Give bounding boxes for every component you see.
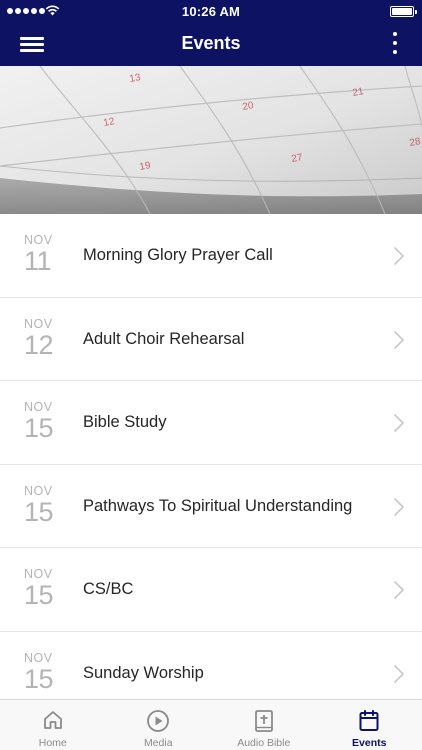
event-day: 15 [24,580,54,611]
event-date: NOV 11 [24,234,64,277]
tab-label: Audio Bible [237,737,291,749]
event-row[interactable]: NOV 15 Bible Study [0,381,422,465]
event-title: Sunday Worship [83,663,204,682]
calendar-hero-image: 20 21 12 13 19 27 28 [0,66,422,214]
tab-audio-bible[interactable]: Audio Bible [211,700,317,750]
tab-bar: Home Media Audio Bible Events [0,699,422,750]
tab-label: Events [352,737,387,749]
event-title: Morning Glory Prayer Call [83,246,273,264]
bible-icon [254,710,273,732]
event-list: NOV 11 Morning Glory Prayer Call NOV 12 … [0,214,422,699]
tab-label: Media [143,737,173,749]
event-day: 11 [24,246,52,276]
event-title: Adult Choir Rehearsal [83,329,245,348]
event-row[interactable]: NOV 15 Sunday Worship [0,631,422,699]
chevron-right-icon [394,330,404,349]
event-row[interactable]: NOV 15 Pathways To Spiritual Understandi… [0,464,422,549]
home-icon [43,711,62,729]
status-bar: 10:26 AM [0,0,422,22]
event-date: NOV 15 [24,651,64,694]
event-title: Pathways To Spiritual Understanding [83,496,353,515]
tab-home[interactable]: Home [0,700,106,750]
event-title: CS/BC [83,580,134,599]
event-row[interactable]: NOV 11 Morning Glory Prayer Call [0,214,422,298]
event-row[interactable]: NOV 12 Adult Choir Rehearsal [0,297,422,382]
more-options-icon[interactable] [390,32,400,56]
page-title: Events [181,33,241,53]
tab-media[interactable]: Media [106,700,212,750]
chevron-right-icon [394,665,404,683]
event-date: NOV 15 [24,484,64,527]
event-day: 15 [24,496,54,527]
chevron-right-icon [394,247,404,265]
status-time: 10:26 AM [181,4,241,19]
event-day: 12 [24,329,54,360]
event-day: 15 [24,663,54,694]
chevron-right-icon [394,497,404,516]
battery-icon [390,6,417,17]
calendar-icon [359,710,379,731]
event-day: 15 [24,413,54,444]
event-title: Bible Study [83,413,167,432]
nav-bar: Events [0,22,422,66]
chevron-right-icon [394,414,404,432]
tab-events[interactable]: Events [317,700,422,750]
chevron-right-icon [394,581,404,600]
event-date: NOV 15 [24,401,64,444]
event-row[interactable]: NOV 15 CS/BC [0,548,422,632]
event-date: NOV 15 [24,568,64,611]
play-circle-icon [147,710,170,732]
tab-label: Home [38,737,67,749]
event-date: NOV 12 [24,317,64,360]
